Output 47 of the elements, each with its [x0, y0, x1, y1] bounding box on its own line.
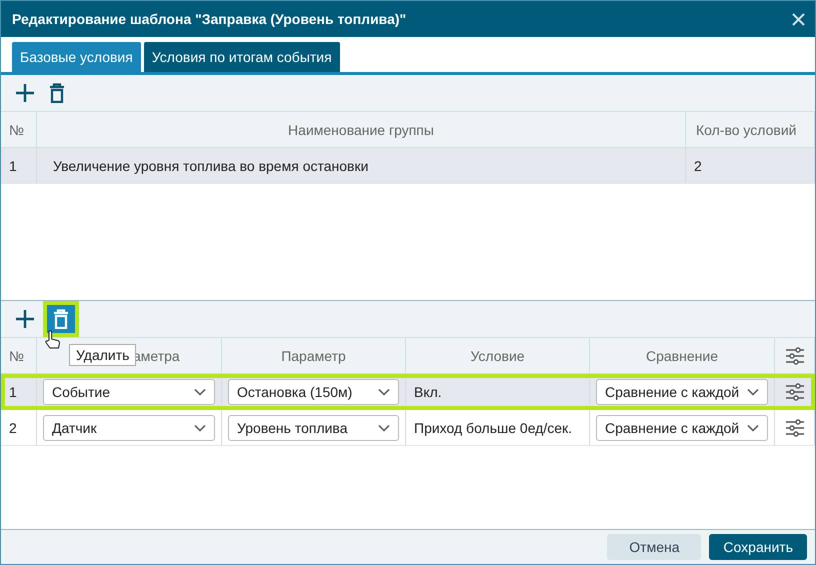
table-cell: Приход больше 0ед/сек. — [414, 420, 572, 436]
table-cell: Увеличение уровня топлива во время остановки — [53, 158, 368, 174]
chevron-icon — [378, 424, 390, 432]
table-cell: 2 — [694, 158, 702, 174]
column-header: Наименование группы — [288, 122, 434, 138]
add-button[interactable] — [13, 307, 37, 331]
column-header: № — [9, 348, 24, 364]
save-button[interactable]: Сохранить — [709, 534, 807, 560]
column-header: Кол-во условий — [696, 122, 796, 138]
window-title: Редактирование шаблона "Заправка (Уровень топлива)" — [12, 11, 406, 27]
dropdown[interactable]: Датчик — [43, 414, 215, 440]
chevron-icon — [747, 424, 759, 432]
column-header: Сравнение — [646, 348, 718, 364]
chevron-icon — [378, 388, 390, 396]
table-cell: 1 — [9, 158, 17, 174]
tab[interactable]: Базовые условия — [12, 42, 141, 72]
column-header: Условие — [470, 348, 525, 364]
plus-icon — [15, 83, 35, 103]
table-cell: 1 — [9, 384, 17, 400]
dropdown[interactable]: Уровень топлива — [228, 414, 399, 440]
sliders-icon[interactable] — [784, 418, 804, 438]
tooltip: Удалить — [69, 344, 136, 366]
sliders-icon[interactable] — [784, 382, 804, 402]
dropdown[interactable]: Сравнение с каждой — [596, 378, 768, 404]
delete-button[interactable] — [47, 81, 67, 105]
close-icon[interactable] — [792, 12, 805, 26]
add-button[interactable] — [13, 81, 37, 105]
chevron-icon — [194, 424, 206, 432]
dropdown[interactable]: Событие — [43, 378, 215, 404]
table-cell: Вкл. — [414, 384, 442, 400]
dropdown[interactable]: Остановка (150м) — [228, 378, 399, 404]
table-cell: 2 — [9, 420, 17, 436]
trash-icon — [53, 309, 69, 329]
column-header: № — [9, 122, 24, 138]
table-row[interactable]: 1 Событие Остановка (150м) Вкл. Сравнение с каждой — [1, 374, 815, 410]
table-row[interactable]: 2 Датчик Уровень топлива Приход больше 0ед/сек. Сравнение с каждой — [1, 410, 815, 446]
column-header: Параметр — [281, 348, 346, 364]
trash-icon — [49, 83, 65, 103]
sliders-icon[interactable] — [784, 346, 804, 366]
chevron-icon — [747, 388, 759, 396]
tab[interactable]: Условия по итогам события — [144, 42, 340, 72]
dropdown[interactable]: Сравнение с каждой — [596, 414, 768, 440]
delete-button[interactable] — [47, 305, 75, 333]
plus-icon — [15, 309, 35, 329]
table-row[interactable]: 1 Увеличение уровня топлива во время остановки 2 — [1, 148, 815, 184]
cancel-button[interactable]: Отмена — [607, 534, 702, 560]
chevron-icon — [194, 388, 206, 396]
